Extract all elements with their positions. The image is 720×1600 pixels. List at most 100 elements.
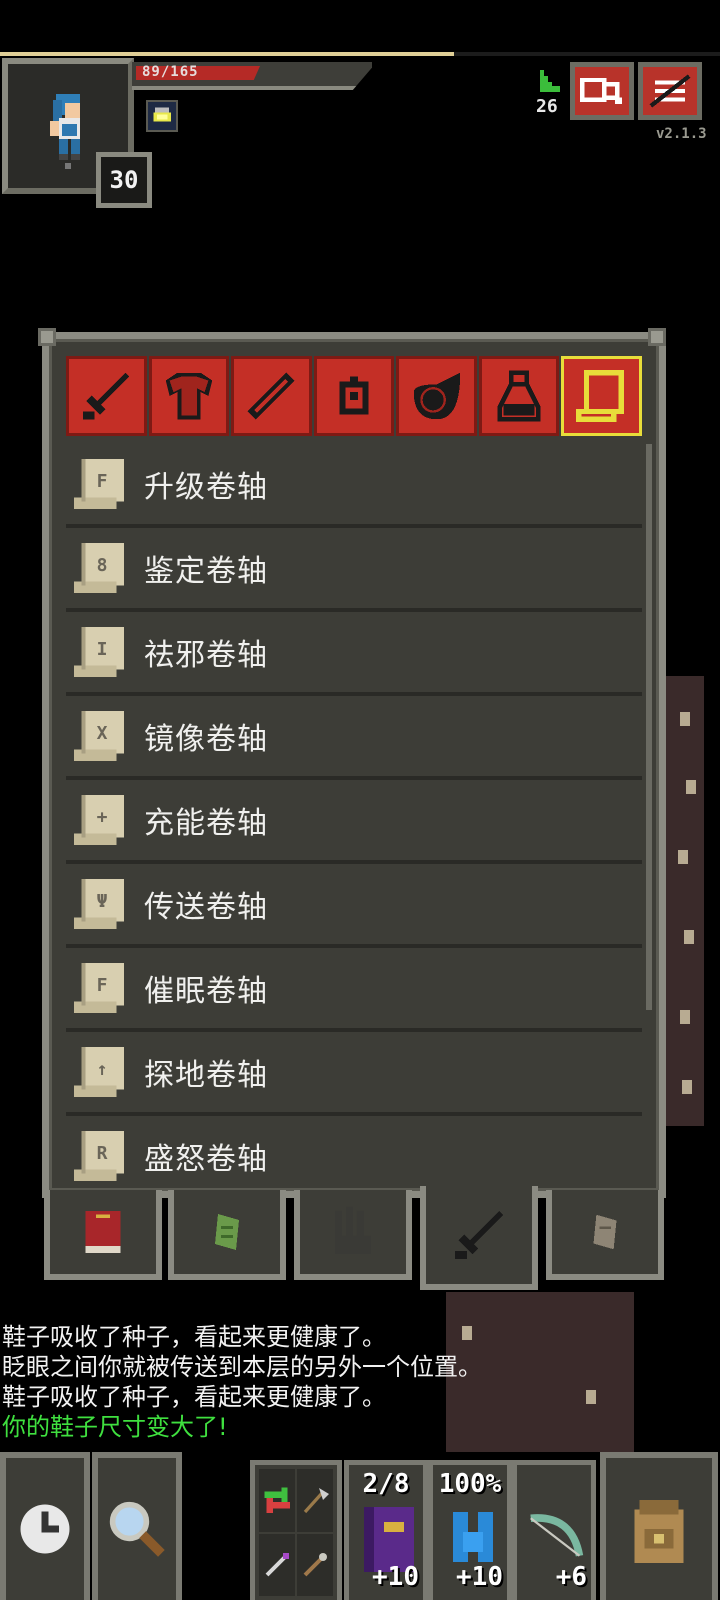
quickslot-3[interactable]: +6 xyxy=(512,1460,596,1600)
wand-icon xyxy=(247,372,295,420)
stairs-depth-icon xyxy=(540,70,560,92)
bag-tab-tome[interactable] xyxy=(44,1190,162,1280)
tab-weapons[interactable] xyxy=(66,356,147,436)
tome-icon xyxy=(85,1211,121,1253)
swap-icon xyxy=(264,1487,290,1513)
wall-stone xyxy=(686,780,696,794)
list-scrollbar[interactable] xyxy=(646,444,652,1010)
hero-avatar xyxy=(50,94,80,169)
item-row[interactable]: Ψ 传送卷轴 xyxy=(66,864,642,948)
scroll-rune: F xyxy=(96,471,108,492)
item-row[interactable]: F 催眠卷轴 xyxy=(66,948,642,1032)
log-message: 鞋子吸收了种子，看起来更健康了。 xyxy=(2,1323,386,1351)
quickslot-charges: 100% xyxy=(438,1469,502,1499)
scroll-rune: + xyxy=(96,807,108,828)
glove-icon xyxy=(334,1206,372,1254)
bag-tab-gloves[interactable] xyxy=(294,1190,412,1280)
scroll-item-icon: Ψ xyxy=(70,875,132,933)
item-name: 探地卷轴 xyxy=(144,1058,268,1093)
bag-tab-seeds[interactable] xyxy=(168,1190,286,1280)
scroll-rune: X xyxy=(96,723,108,744)
depth-indicator: 26 xyxy=(536,96,558,117)
clock-icon xyxy=(20,1504,70,1554)
scroll-rune: F xyxy=(96,975,108,996)
magnifier-icon xyxy=(109,1501,165,1557)
light-buff-icon[interactable] xyxy=(146,100,178,132)
tab-armor[interactable] xyxy=(148,356,230,436)
item-name: 催眠卷轴 xyxy=(144,974,268,1009)
item-row[interactable]: + 充能卷轴 xyxy=(66,780,642,864)
menu-button[interactable] xyxy=(638,62,702,120)
tab-artifacts[interactable] xyxy=(396,356,477,436)
item-name: 祛邪卷轴 xyxy=(144,638,268,673)
bag-tab-scroll-holder[interactable] xyxy=(546,1190,664,1280)
bag-tab-weapons[interactable] xyxy=(420,1186,538,1290)
scroll-rune: Ψ xyxy=(96,891,108,912)
item-row[interactable]: I 祛邪卷轴 xyxy=(66,612,642,696)
quickslot-upgrade: +10 xyxy=(456,1562,503,1592)
journal-search-icon xyxy=(580,77,622,105)
log-message: 眨眼之间你就被传送到本层的另外一个位置。 xyxy=(2,1353,482,1381)
menu-icon xyxy=(649,74,691,108)
log-message: 鞋子吸收了种子，看起来更健康了。 xyxy=(2,1383,386,1411)
scroll-item-icon: + xyxy=(70,791,132,849)
category-tabs xyxy=(66,356,643,436)
version-label: v2.1.3 xyxy=(656,126,707,142)
wall-stone xyxy=(684,930,694,944)
dungeon-wall xyxy=(664,676,704,1126)
tab-potions[interactable] xyxy=(478,356,560,436)
wall-stone xyxy=(680,712,690,726)
seed-pouch-icon xyxy=(215,1214,239,1250)
wall-stone xyxy=(680,1010,690,1024)
quickslot-1[interactable]: 2/8 +10 xyxy=(344,1460,428,1600)
quickslot-swap-panel xyxy=(250,1460,342,1600)
item-name: 镜像卷轴 xyxy=(144,722,268,757)
mini-quickslot-wand[interactable] xyxy=(259,1533,295,1596)
scroll-icon xyxy=(575,370,624,422)
hero-level-badge: 30 xyxy=(96,152,152,208)
scroll-item-icon: F xyxy=(70,959,132,1017)
quickslot-2[interactable]: 100% +10 xyxy=(428,1460,512,1600)
item-row[interactable]: F 升级卷轴 xyxy=(66,444,642,528)
scroll-item-icon: I xyxy=(70,623,132,681)
item-name: 充能卷轴 xyxy=(144,806,268,841)
tab-wands[interactable] xyxy=(231,356,312,436)
ring-icon xyxy=(339,376,369,415)
scroll-item-icon: 8 xyxy=(70,539,132,597)
item-list: F 升级卷轴 8 鉴定卷轴 I 祛邪卷轴 X 镜像卷轴 + 充能卷轴 Ψ 传送卷… xyxy=(66,444,642,1188)
wall-stone xyxy=(678,850,688,864)
quickslot-charges: 2/8 xyxy=(362,1469,410,1499)
scroll-item-icon: ↑ xyxy=(70,1043,132,1101)
scroll-holder-icon xyxy=(593,1214,617,1250)
item-row[interactable]: 8 鉴定卷轴 xyxy=(66,528,642,612)
experience-bar xyxy=(0,52,720,56)
journal-button[interactable] xyxy=(570,62,634,120)
item-row[interactable]: R 盛怒卷轴 xyxy=(66,1116,642,1188)
sword-icon xyxy=(83,372,130,420)
item-name: 鉴定卷轴 xyxy=(144,554,268,589)
potion-icon xyxy=(497,370,541,422)
quickslot-upgrade: +10 xyxy=(372,1562,419,1592)
tab-rings[interactable] xyxy=(313,356,395,436)
scroll-item-icon: X xyxy=(70,707,132,765)
artifact-icon xyxy=(413,372,460,420)
search-button[interactable] xyxy=(92,1452,182,1600)
swap-quickslot-button[interactable] xyxy=(259,1469,295,1532)
tab-scrolls[interactable] xyxy=(561,356,643,436)
scroll-rune: ↑ xyxy=(96,1059,108,1080)
scroll-rune: I xyxy=(96,639,108,660)
experience-fill xyxy=(0,52,454,56)
mini-quickslot-axe[interactable] xyxy=(297,1469,333,1532)
log-message: 你的鞋子尺寸变大了! xyxy=(2,1413,228,1441)
scroll-item-icon: R xyxy=(70,1127,132,1185)
scroll-rune: 8 xyxy=(96,555,108,576)
scroll-rune: R xyxy=(96,1143,108,1164)
item-row[interactable]: ↑ 探地卷轴 xyxy=(66,1032,642,1116)
mini-quickslot-staff[interactable] xyxy=(297,1533,333,1596)
item-row[interactable]: X 镜像卷轴 xyxy=(66,696,642,780)
backpack-button[interactable] xyxy=(600,1452,718,1600)
item-name: 传送卷轴 xyxy=(144,890,268,925)
item-name: 升级卷轴 xyxy=(144,470,268,505)
wait-button[interactable] xyxy=(0,1452,90,1600)
wall-stone xyxy=(682,1080,692,1094)
